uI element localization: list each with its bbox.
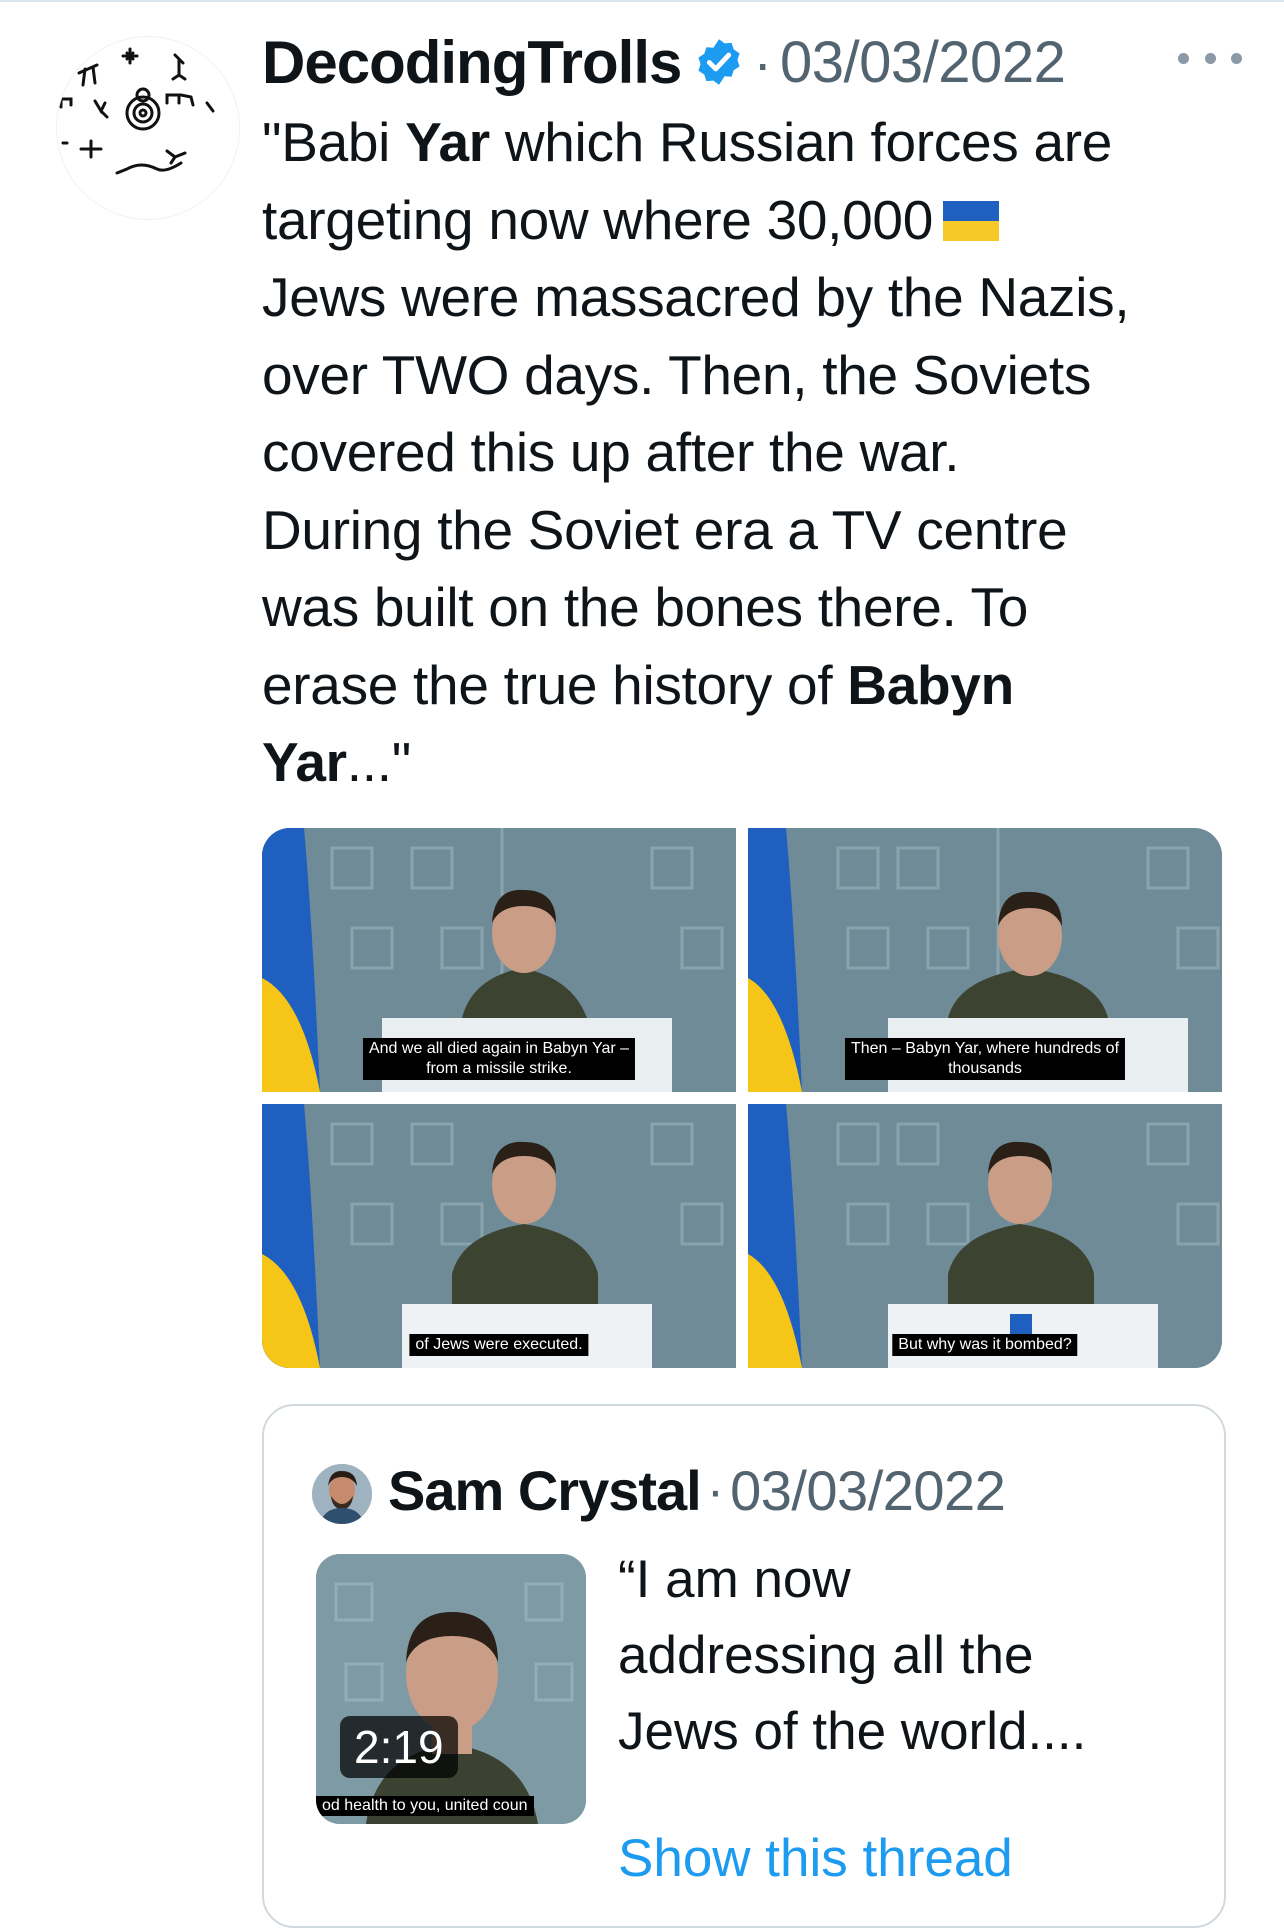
ukraine-flag-emoji — [943, 200, 999, 241]
highlighted-term: Yar — [262, 731, 347, 793]
top-divider — [0, 0, 1284, 2]
quoted-tweet-header: Sam Crystal · 03/03/2022 — [388, 1458, 1006, 1523]
media-image-1[interactable]: And we all died again in Babyn Yar – fro… — [262, 828, 736, 1092]
video-caption: of Jews were executed. — [409, 1334, 589, 1356]
video-caption: od health to you, united coun — [316, 1796, 534, 1816]
highlighted-term: Babyn — [847, 653, 1014, 716]
video-caption: Then – Babyn Yar, where hundreds of thou… — [844, 1038, 1126, 1080]
quoted-tweet[interactable]: Sam Crystal · 03/03/2022 2:19 od health … — [262, 1404, 1226, 1928]
avatar-glyphs-icon — [59, 47, 215, 175]
more-options-icon[interactable] — [1178, 38, 1242, 78]
quoted-text-line: “I am now — [618, 1550, 851, 1609]
author-avatar[interactable] — [56, 36, 240, 220]
tweet-text-line: Yar..." — [262, 724, 1222, 802]
tweet-text-line: covered this up after the war. — [262, 421, 960, 483]
tweet-text-line: over TWO days. Then, the Soviets — [262, 343, 1092, 406]
text-segment: "Babi — [262, 111, 406, 173]
text-segment: targeting now where 30,000 — [262, 188, 933, 251]
tweet-text-line: targeting now where 30,000 — [262, 182, 1222, 260]
verified-badge-icon — [698, 39, 740, 85]
media-image-3[interactable]: of Jews were executed. — [262, 1104, 736, 1368]
tweet-text-line: erase the true history of Babyn — [262, 647, 1222, 725]
tweet-text-line: Jews were massacred by the Nazis, — [262, 266, 1130, 328]
quoted-tweet-date[interactable]: 03/03/2022 — [730, 1458, 1006, 1523]
header-separator: · — [706, 1461, 725, 1520]
media-grid: And we all died again in Babyn Yar – fro… — [262, 828, 1222, 1368]
header-separator: · — [753, 30, 773, 94]
tweet-text: "Babi Yar which Russian forces are targe… — [262, 104, 1222, 802]
caption-line: And we all died again in Babyn Yar – — [368, 1040, 630, 1057]
person-avatar-icon — [312, 1464, 372, 1524]
tweet-text-line: "Babi Yar which Russian forces are — [262, 104, 1222, 182]
video-still-image — [316, 1554, 586, 1824]
quoted-author-name[interactable]: Sam Crystal — [388, 1458, 702, 1523]
speech-still-image — [262, 1104, 736, 1368]
quoted-tweet-text: “I am now addressing all the Jews of the… — [618, 1542, 1178, 1770]
video-caption: And we all died again in Babyn Yar – fro… — [362, 1038, 636, 1080]
caption-line: Then – Babyn Yar, where hundreds of — [850, 1040, 1120, 1057]
tweet-date[interactable]: 03/03/2022 — [780, 29, 1066, 96]
highlighted-term: Yar — [405, 111, 490, 173]
author-display-name[interactable]: DecodingTrolls — [262, 28, 682, 97]
tweet-text-line: was built on the bones there. To — [262, 576, 1029, 638]
caption-line: thousands — [948, 1060, 1022, 1077]
text-segment: erase the true history of — [262, 653, 848, 716]
tweet-text-line: During the Soviet era a TV centre — [262, 498, 1068, 561]
video-caption: But why was it bombed? — [892, 1334, 1078, 1356]
text-segment: ..." — [346, 731, 411, 793]
caption-line: from a missile strike. — [426, 1060, 572, 1077]
text-segment: which Russian forces are — [489, 111, 1113, 173]
video-duration-badge: 2:19 — [340, 1716, 458, 1778]
quoted-video-thumbnail[interactable]: 2:19 od health to you, united coun — [316, 1554, 586, 1824]
media-image-4[interactable]: But why was it bombed? — [748, 1104, 1222, 1368]
quoted-text-line: Jews of the world.... — [618, 1702, 1087, 1761]
speech-still-image — [748, 1104, 1222, 1368]
show-thread-link[interactable]: Show this thread — [618, 1828, 1013, 1889]
media-image-2[interactable]: Then – Babyn Yar, where hundreds of thou… — [748, 828, 1222, 1092]
quoted-author-avatar[interactable] — [312, 1464, 372, 1524]
tweet-header: DecodingTrolls · 03/03/2022 — [262, 22, 1066, 102]
quoted-text-line: addressing all the — [618, 1626, 1034, 1685]
